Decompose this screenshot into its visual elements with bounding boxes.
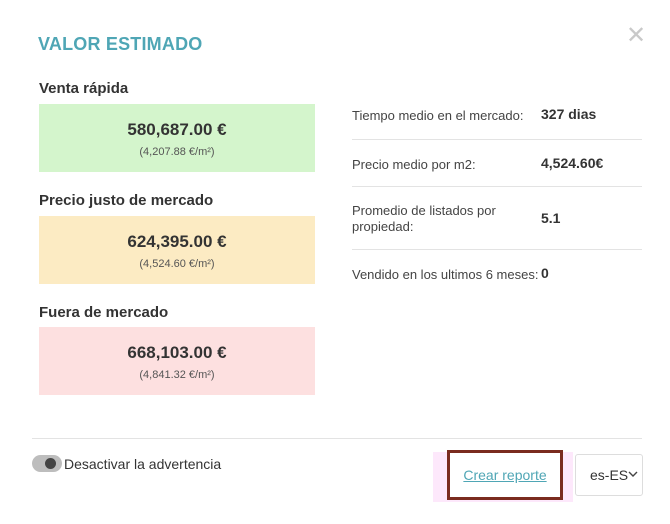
estimate-per-m2: (4,841.32 €/m²) <box>139 369 215 381</box>
stat-value: 4,524.60€ <box>541 155 604 171</box>
stat-label: Precio medio por m2: <box>352 157 476 172</box>
estimate-label-quick-sale: Venta rápida <box>39 80 129 97</box>
estimate-amount: 624,395.00 € <box>127 232 227 251</box>
toggle-knob <box>45 458 56 469</box>
language-select[interactable]: es-ES <box>575 454 643 496</box>
estimate-box-out-of-market: 668,103.00 € (4,841.32 €/m²) <box>39 327 315 395</box>
close-icon[interactable]: ✕ <box>626 24 646 48</box>
estimate-per-m2: (4,207.88 €/m²) <box>139 146 215 158</box>
estimate-amount: 580,687.00 € <box>127 120 227 139</box>
warning-toggle-label: Desactivar la advertencia <box>64 456 222 472</box>
stat-label: Tiempo medio en el mercado: <box>352 108 524 123</box>
stat-label: Promedio de listados por propiedad: <box>352 203 496 234</box>
warning-toggle[interactable] <box>32 455 62 472</box>
estimate-box-quick-sale: 580,687.00 € (4,207.88 €/m²) <box>39 104 315 172</box>
stat-divider <box>352 249 642 250</box>
stat-divider <box>352 186 642 187</box>
stat-value: 0 <box>541 265 549 281</box>
stat-value: 5.1 <box>541 210 561 226</box>
stat-value: 327 dias <box>541 106 597 122</box>
estimate-box-fair-market: 624,395.00 € (4,524.60 €/m²) <box>39 216 315 284</box>
estimate-label-fair-market: Precio justo de mercado <box>39 192 214 209</box>
modal-title: VALOR ESTIMADO <box>38 34 203 54</box>
chevron-down-icon <box>628 471 638 477</box>
stat-divider <box>352 139 642 140</box>
estimate-label-out-of-market: Fuera de mercado <box>39 304 169 321</box>
estimate-per-m2: (4,524.60 €/m²) <box>139 258 215 270</box>
estimate-amount: 668,103.00 € <box>127 343 227 362</box>
create-report-button[interactable]: Crear reporte <box>447 450 563 500</box>
footer-divider <box>32 438 642 439</box>
stat-label: Vendido en los ultimos 6 meses: <box>352 267 539 282</box>
language-value: es-ES <box>590 467 629 483</box>
